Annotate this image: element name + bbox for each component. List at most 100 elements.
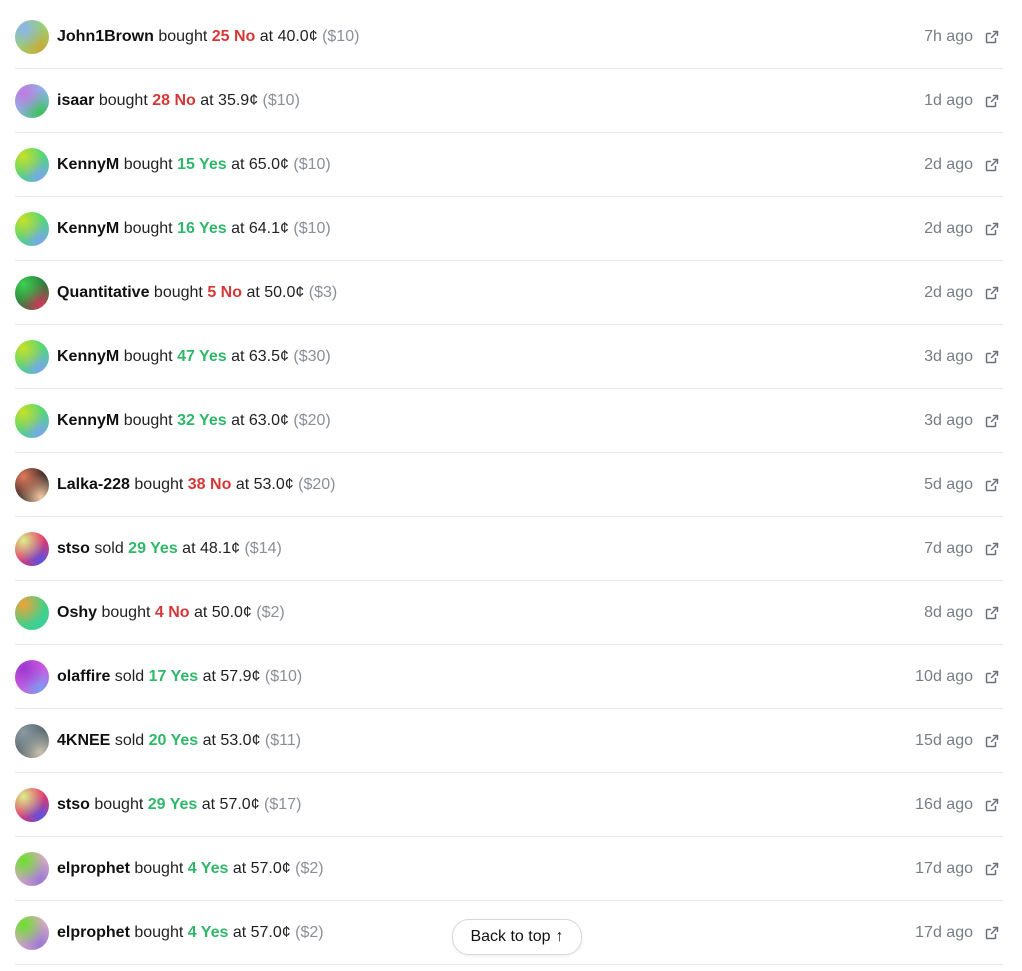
trader-name[interactable]: KennyM xyxy=(57,348,119,365)
external-link-icon[interactable] xyxy=(981,602,1003,624)
trade-price: 40.0¢ xyxy=(277,27,318,45)
price-preposition: at xyxy=(182,539,196,557)
trade-action: bought xyxy=(134,923,184,941)
external-link-icon[interactable] xyxy=(981,90,1003,112)
user-avatar[interactable] xyxy=(15,339,49,374)
user-avatar[interactable] xyxy=(15,595,49,630)
user-avatar[interactable] xyxy=(15,83,49,118)
user-avatar[interactable] xyxy=(15,851,49,886)
trade-time: 8d ago xyxy=(924,603,973,621)
trade-row: olaffire sold 17 Yes at 57.9¢ ($10) 10d … xyxy=(15,645,1003,709)
trade-quantity: 17 Yes xyxy=(148,667,199,685)
trader-name[interactable]: stso xyxy=(57,540,90,557)
trade-price: 57.0¢ xyxy=(250,923,291,941)
trade-summary: KennyM bought 47 Yes at 63.5¢ ($30) xyxy=(57,348,331,366)
user-avatar[interactable] xyxy=(15,467,49,502)
trader-name[interactable]: KennyM xyxy=(57,412,119,429)
price-preposition: at xyxy=(202,731,216,749)
trade-quantity: 4 Yes xyxy=(187,859,229,877)
external-link-icon[interactable] xyxy=(981,730,1003,752)
trade-time: 3d ago xyxy=(924,347,973,365)
user-avatar[interactable] xyxy=(15,531,49,566)
trade-row: 4KNEE sold 20 Yes at 53.0¢ ($11) 15d ago xyxy=(15,709,1003,773)
back-to-top-button[interactable]: Back to top ↑ xyxy=(452,919,582,955)
trade-action: sold xyxy=(114,731,145,749)
trade-price: 65.0¢ xyxy=(248,155,289,173)
trade-meta: 2d ago xyxy=(924,261,1003,324)
trader-name[interactable]: KennyM xyxy=(57,156,119,173)
trader-name[interactable]: Lalka-228 xyxy=(57,476,130,493)
trade-amount: ($11) xyxy=(264,731,302,749)
price-preposition: at xyxy=(231,347,245,365)
trade-action: bought xyxy=(153,283,203,301)
user-avatar[interactable] xyxy=(15,723,49,758)
trade-action: bought xyxy=(134,475,184,493)
external-link-icon[interactable] xyxy=(981,666,1003,688)
price-preposition: at xyxy=(231,411,245,429)
trade-meta: 3d ago xyxy=(924,325,1003,388)
trade-row: stso sold 29 Yes at 48.1¢ ($14) 7d ago xyxy=(15,517,1003,581)
external-link-icon[interactable] xyxy=(981,346,1003,368)
trade-summary: isaar bought 28 No at 35.9¢ ($10) xyxy=(57,92,300,110)
user-avatar[interactable] xyxy=(15,275,49,310)
external-link-icon[interactable] xyxy=(981,282,1003,304)
external-link-icon[interactable] xyxy=(981,538,1003,560)
external-link-icon[interactable] xyxy=(981,410,1003,432)
trade-meta: 7d ago xyxy=(924,517,1003,580)
trade-price: 50.0¢ xyxy=(211,603,252,621)
trader-name[interactable]: John1Brown xyxy=(57,28,154,45)
price-preposition: at xyxy=(231,219,245,237)
trader-name[interactable]: KennyM xyxy=(57,220,119,237)
external-link-icon[interactable] xyxy=(981,794,1003,816)
trade-meta: 15d ago xyxy=(915,709,1003,772)
external-link-icon[interactable] xyxy=(981,858,1003,880)
trade-summary: stso bought 29 Yes at 57.0¢ ($17) xyxy=(57,796,301,814)
trader-name[interactable]: olaffire xyxy=(57,668,110,685)
user-avatar[interactable] xyxy=(15,659,49,694)
trade-quantity: 4 Yes xyxy=(187,923,229,941)
external-link-icon[interactable] xyxy=(981,26,1003,48)
trade-time: 17d ago xyxy=(915,923,973,941)
price-preposition: at xyxy=(235,475,250,493)
external-link-icon[interactable] xyxy=(981,922,1003,944)
trade-row: elprophet bought 4 Yes at 57.0¢ ($2) 17d… xyxy=(15,837,1003,901)
trade-quantity: 28 No xyxy=(152,91,196,109)
user-avatar[interactable] xyxy=(15,147,49,182)
trade-amount: ($17) xyxy=(264,795,302,813)
external-link-icon[interactable] xyxy=(981,154,1003,176)
trade-amount: ($30) xyxy=(293,347,331,365)
price-preposition: at xyxy=(202,667,216,685)
trader-name[interactable]: isaar xyxy=(57,92,94,109)
trade-time: 2d ago xyxy=(924,219,973,237)
back-to-top-label: Back to top xyxy=(470,928,551,945)
trader-name[interactable]: Quantitative xyxy=(57,284,149,301)
trade-meta: 7h ago xyxy=(924,5,1003,68)
trade-amount: ($20) xyxy=(293,411,331,429)
trader-name[interactable]: Oshy xyxy=(57,604,97,621)
trade-time: 7h ago xyxy=(924,27,973,45)
trade-time: 1d ago xyxy=(924,91,973,109)
price-preposition: at xyxy=(232,923,247,941)
trader-name[interactable]: elprophet xyxy=(57,860,130,877)
trade-summary: Lalka-228 bought 38 No at 53.0¢ ($20) xyxy=(57,476,335,494)
trader-name[interactable]: stso xyxy=(57,796,90,813)
trader-name[interactable]: 4KNEE xyxy=(57,732,110,749)
trade-summary: stso sold 29 Yes at 48.1¢ ($14) xyxy=(57,540,282,558)
trade-feed: John1Brown bought 25 No at 40.0¢ ($10) 7… xyxy=(15,5,1003,965)
trade-time: 15d ago xyxy=(915,731,973,749)
price-preposition: at xyxy=(200,91,214,109)
trade-quantity: 20 Yes xyxy=(148,731,199,749)
user-avatar[interactable] xyxy=(15,19,49,54)
user-avatar[interactable] xyxy=(15,915,49,950)
trader-name[interactable]: elprophet xyxy=(57,924,130,941)
trade-price: 50.0¢ xyxy=(264,283,305,301)
trade-amount: ($14) xyxy=(244,539,282,557)
external-link-icon[interactable] xyxy=(981,474,1003,496)
trade-action: bought xyxy=(158,27,208,45)
trade-action: bought xyxy=(123,347,173,365)
arrow-up-icon: ↑ xyxy=(555,928,564,945)
user-avatar[interactable] xyxy=(15,403,49,438)
user-avatar[interactable] xyxy=(15,787,49,822)
user-avatar[interactable] xyxy=(15,211,49,246)
external-link-icon[interactable] xyxy=(981,218,1003,240)
